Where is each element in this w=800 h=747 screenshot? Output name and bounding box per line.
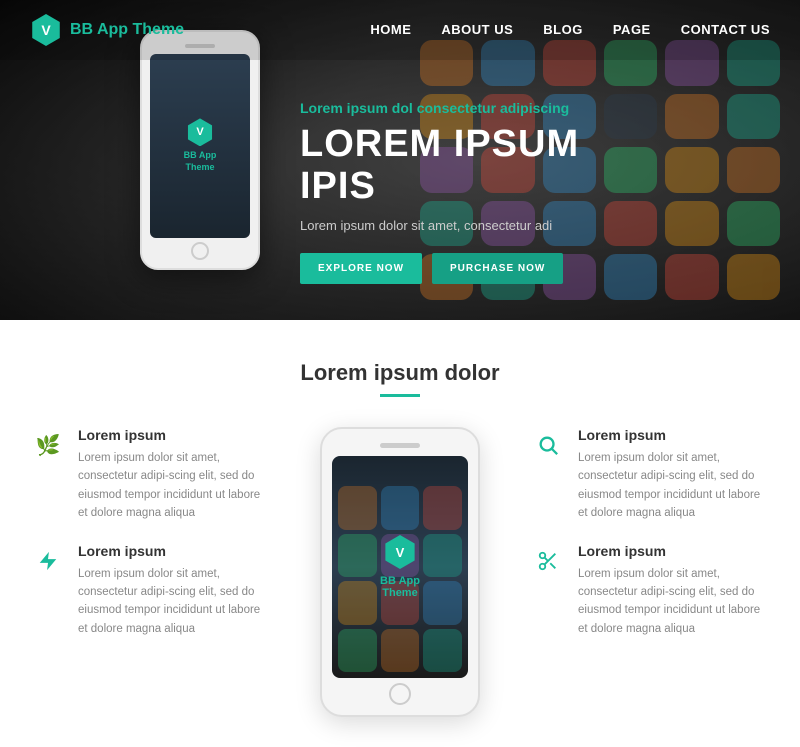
nav-contact[interactable]: CONTACT US	[681, 22, 770, 37]
phone-theme-text: Theme	[184, 162, 217, 174]
phone-app-name: BB App Theme	[184, 150, 217, 173]
hero-subtitle-end: adipiscing	[500, 100, 569, 116]
phone-logo-letter: V	[196, 126, 203, 138]
nav-home[interactable]: HOME	[370, 22, 411, 37]
nav-menu: HOME ABOUT US BLOG PAGE CONTACT US	[370, 21, 770, 39]
scissors-icon	[530, 543, 566, 579]
feature-title-4: Lorem ipsum	[578, 543, 770, 559]
feature-item: Lorem ipsum Lorem ipsum dolor sit amet, …	[530, 427, 770, 523]
search-icon	[530, 427, 566, 463]
hero-subtitle: Lorem ipsum dol consectetur adipiscing	[300, 100, 650, 116]
feature-text-3: Lorem ipsum Lorem ipsum dolor sit amet, …	[578, 427, 770, 523]
features-section: Lorem ipsum dolor 🌿 Lorem ipsum Lorem ip…	[0, 320, 800, 747]
center-phone-name-text: BB App	[380, 575, 420, 587]
brand-name-part2: Theme	[128, 21, 184, 38]
hero-subtitle-accent: consectetur	[417, 100, 496, 116]
hero-buttons: EXPLORE NOW PURCHASE NOW	[300, 253, 650, 284]
phone-logo-hex: V	[186, 118, 214, 146]
feature-title-3: Lorem ipsum	[578, 427, 770, 443]
center-phone-home-btn	[389, 683, 411, 705]
center-phone: V BB App Theme	[320, 427, 480, 717]
purchase-now-button[interactable]: PURCHASE NOW	[432, 253, 563, 284]
brand-logo-letter: V	[41, 22, 50, 38]
section-divider	[380, 394, 420, 397]
center-phone-theme-text: Theme	[380, 587, 420, 599]
feature-item: Lorem ipsum Lorem ipsum dolor sit amet, …	[530, 543, 770, 639]
feature-text-2: Lorem ipsum Lorem ipsum dolor sit amet, …	[78, 543, 270, 639]
center-phone-letter: V	[396, 545, 405, 560]
hero-description: Lorem ipsum dolor sit amet, consectetur …	[300, 218, 650, 233]
hero-section: V BB App Theme HOME ABOUT US BLOG PAGE C…	[0, 0, 800, 320]
hero-content: Lorem ipsum dol consectetur adipiscing L…	[300, 100, 650, 284]
features-left: 🌿 Lorem ipsum Lorem ipsum dolor sit amet…	[30, 427, 270, 638]
center-phone-wrap: V BB App Theme	[290, 427, 510, 717]
brand: V BB App Theme	[30, 14, 184, 46]
feature-desc-3: Lorem ipsum dolor sit amet, consectetur …	[578, 449, 770, 523]
feature-item: Lorem ipsum Lorem ipsum dolor sit amet, …	[30, 543, 270, 639]
brand-name: BB App Theme	[70, 21, 184, 39]
nav-blog[interactable]: BLOG	[543, 22, 583, 37]
center-phone-app-name: BB App Theme	[380, 575, 420, 599]
center-phone-screen: V BB App Theme	[332, 456, 468, 678]
feature-desc-1: Lorem ipsum dolor sit amet, consectetur …	[78, 449, 270, 523]
feature-title-2: Lorem ipsum	[78, 543, 270, 559]
center-phone-speaker	[380, 443, 420, 448]
explore-now-button[interactable]: EXPLORE NOW	[300, 253, 422, 284]
features-grid: 🌿 Lorem ipsum Lorem ipsum dolor sit amet…	[30, 427, 770, 717]
phone-outer: V BB App Theme	[140, 30, 260, 270]
section-title: Lorem ipsum dolor	[30, 360, 770, 386]
navbar: V BB App Theme HOME ABOUT US BLOG PAGE C…	[0, 0, 800, 60]
feature-title-1: Lorem ipsum	[78, 427, 270, 443]
hero-title: LOREM IPSUM IPIS	[300, 124, 650, 208]
features-right: Lorem ipsum Lorem ipsum dolor sit amet, …	[530, 427, 770, 638]
feature-text-4: Lorem ipsum Lorem ipsum dolor sit amet, …	[578, 543, 770, 639]
feature-text-1: Lorem ipsum Lorem ipsum dolor sit amet, …	[78, 427, 270, 523]
nav-page[interactable]: PAGE	[613, 22, 651, 37]
leaf-icon: 🌿	[30, 427, 66, 463]
phone-app-name-text: BB App	[184, 150, 217, 162]
brand-logo: V	[30, 14, 62, 46]
phone-home-button	[191, 242, 209, 260]
brand-name-part1: BB App	[70, 21, 128, 38]
feature-desc-4: Lorem ipsum dolor sit amet, consectetur …	[578, 565, 770, 639]
hero-phone-mockup: V BB App Theme	[140, 30, 260, 270]
phone-screen: V BB App Theme	[150, 54, 250, 238]
bolt-icon	[30, 543, 66, 579]
hero-subtitle-plain: Lorem ipsum dol	[300, 100, 413, 116]
feature-item: 🌿 Lorem ipsum Lorem ipsum dolor sit amet…	[30, 427, 270, 523]
feature-desc-2: Lorem ipsum dolor sit amet, consectetur …	[78, 565, 270, 639]
nav-about[interactable]: ABOUT US	[441, 22, 513, 37]
section-title-wrap: Lorem ipsum dolor	[30, 360, 770, 397]
